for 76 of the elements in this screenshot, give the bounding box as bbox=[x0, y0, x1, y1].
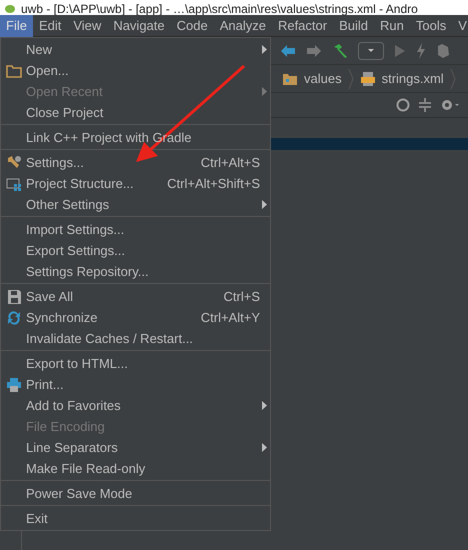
menu-item-label: Project Structure... bbox=[26, 174, 134, 193]
menu-item-label: Invalidate Caches / Restart... bbox=[26, 330, 193, 348]
hammer-icon bbox=[332, 42, 348, 58]
lightning-icon bbox=[416, 42, 426, 58]
menu-item-label: New bbox=[26, 40, 52, 59]
menu-item-label: Save All bbox=[26, 288, 73, 306]
shortcut-label: Ctrl+Alt+Shift+S bbox=[167, 174, 260, 193]
menu-item[interactable]: Invalidate Caches / Restart... bbox=[1, 328, 270, 349]
menu[interactable]: Code bbox=[170, 14, 214, 36]
menu-item[interactable]: Settings... Ctrl+Alt+S bbox=[1, 152, 270, 173]
menu-item-label: Settings... bbox=[26, 154, 84, 172]
menu-item-label: Settings Repository... bbox=[26, 262, 149, 281]
folder-icon bbox=[282, 72, 298, 86]
menu-item-label: Line Separators bbox=[26, 438, 118, 457]
menu-item-label: Close Project bbox=[26, 104, 104, 122]
menu-item[interactable]: Save All Ctrl+S bbox=[1, 286, 270, 307]
menu-item[interactable]: New bbox=[1, 39, 270, 60]
menu[interactable]: File bbox=[0, 14, 33, 36]
menu-item[interactable]: Export to HTML... bbox=[1, 353, 270, 374]
menu-item-label: Open Recent bbox=[26, 82, 103, 101]
forward-icon bbox=[306, 44, 322, 58]
menu[interactable]: Edit bbox=[32, 14, 68, 36]
menu-item[interactable]: Line Separators bbox=[1, 437, 270, 458]
menu[interactable]: Tools bbox=[410, 14, 452, 36]
run-icon bbox=[394, 44, 406, 58]
menu[interactable]: Run bbox=[374, 14, 410, 36]
menu-item-label: Make File Read-only bbox=[26, 460, 146, 478]
menu[interactable]: Analyze bbox=[214, 14, 272, 36]
gear-icon bbox=[440, 98, 460, 112]
menu-item-label: Export to HTML... bbox=[26, 354, 128, 373]
menu[interactable]: Build bbox=[333, 14, 374, 36]
chevron-icon bbox=[450, 68, 456, 88]
project-structure-icon bbox=[6, 176, 22, 192]
menu[interactable]: Refactor bbox=[272, 14, 334, 36]
dropdown-icon bbox=[358, 42, 384, 60]
target-icon bbox=[396, 98, 410, 112]
menu[interactable]: V bbox=[452, 14, 468, 36]
menu-item[interactable]: Exit bbox=[1, 508, 270, 529]
breadcrumb-item[interactable]: values bbox=[304, 68, 342, 88]
menu[interactable]: Navigate bbox=[107, 14, 171, 36]
menu-item[interactable]: Other Settings bbox=[1, 194, 270, 215]
menu-item[interactable]: Open... bbox=[1, 60, 270, 81]
menu[interactable]: View bbox=[67, 14, 108, 36]
print-icon bbox=[6, 376, 22, 392]
menu-item-label: Import Settings... bbox=[26, 220, 124, 239]
menu-item-label: Export Settings... bbox=[26, 242, 125, 260]
wrench-icon bbox=[6, 154, 22, 170]
menu-item[interactable]: Make File Read-only bbox=[1, 458, 270, 479]
menu-item[interactable]: Settings Repository... bbox=[1, 261, 270, 282]
collapse-icon bbox=[418, 98, 432, 112]
shortcut-label: Ctrl+Alt+S bbox=[200, 154, 260, 172]
shortcut-label: Ctrl+S bbox=[224, 288, 260, 306]
menu-item[interactable]: Print... bbox=[1, 374, 270, 395]
menu-item[interactable]: Add to Favorites bbox=[1, 395, 270, 416]
menu-item-label: Add to Favorites bbox=[26, 396, 121, 415]
menu-item[interactable]: Synchronize Ctrl+Alt+Y bbox=[1, 307, 270, 328]
folder-icon bbox=[6, 62, 22, 78]
menu-item[interactable]: Export Settings... bbox=[1, 240, 270, 261]
menu-item-label: Open... bbox=[26, 62, 69, 80]
menu-item[interactable]: Power Save Mode bbox=[1, 483, 270, 504]
menu-item-label: Other Settings bbox=[26, 196, 110, 214]
back-icon bbox=[280, 44, 296, 58]
shortcut-label: Ctrl+Alt+Y bbox=[200, 308, 260, 327]
save-icon bbox=[6, 288, 22, 304]
chevron-icon bbox=[348, 68, 354, 88]
menu-item-label: Power Save Mode bbox=[26, 484, 132, 503]
menu-item-label: Synchronize bbox=[26, 308, 98, 327]
sync-icon bbox=[6, 310, 22, 326]
menu-item[interactable]: Import Settings... bbox=[1, 219, 270, 240]
menu-item[interactable]: Close Project bbox=[1, 102, 270, 123]
file-icon bbox=[360, 72, 376, 86]
menu-item-label: File Encoding bbox=[26, 418, 105, 436]
menu-item-label: Exit bbox=[26, 510, 48, 528]
menu-item-label: Print... bbox=[26, 376, 64, 394]
breadcrumb-item[interactable]: strings.xml bbox=[382, 68, 444, 88]
menu-item[interactable]: Project Structure... Ctrl+Alt+Shift+S bbox=[1, 173, 270, 194]
